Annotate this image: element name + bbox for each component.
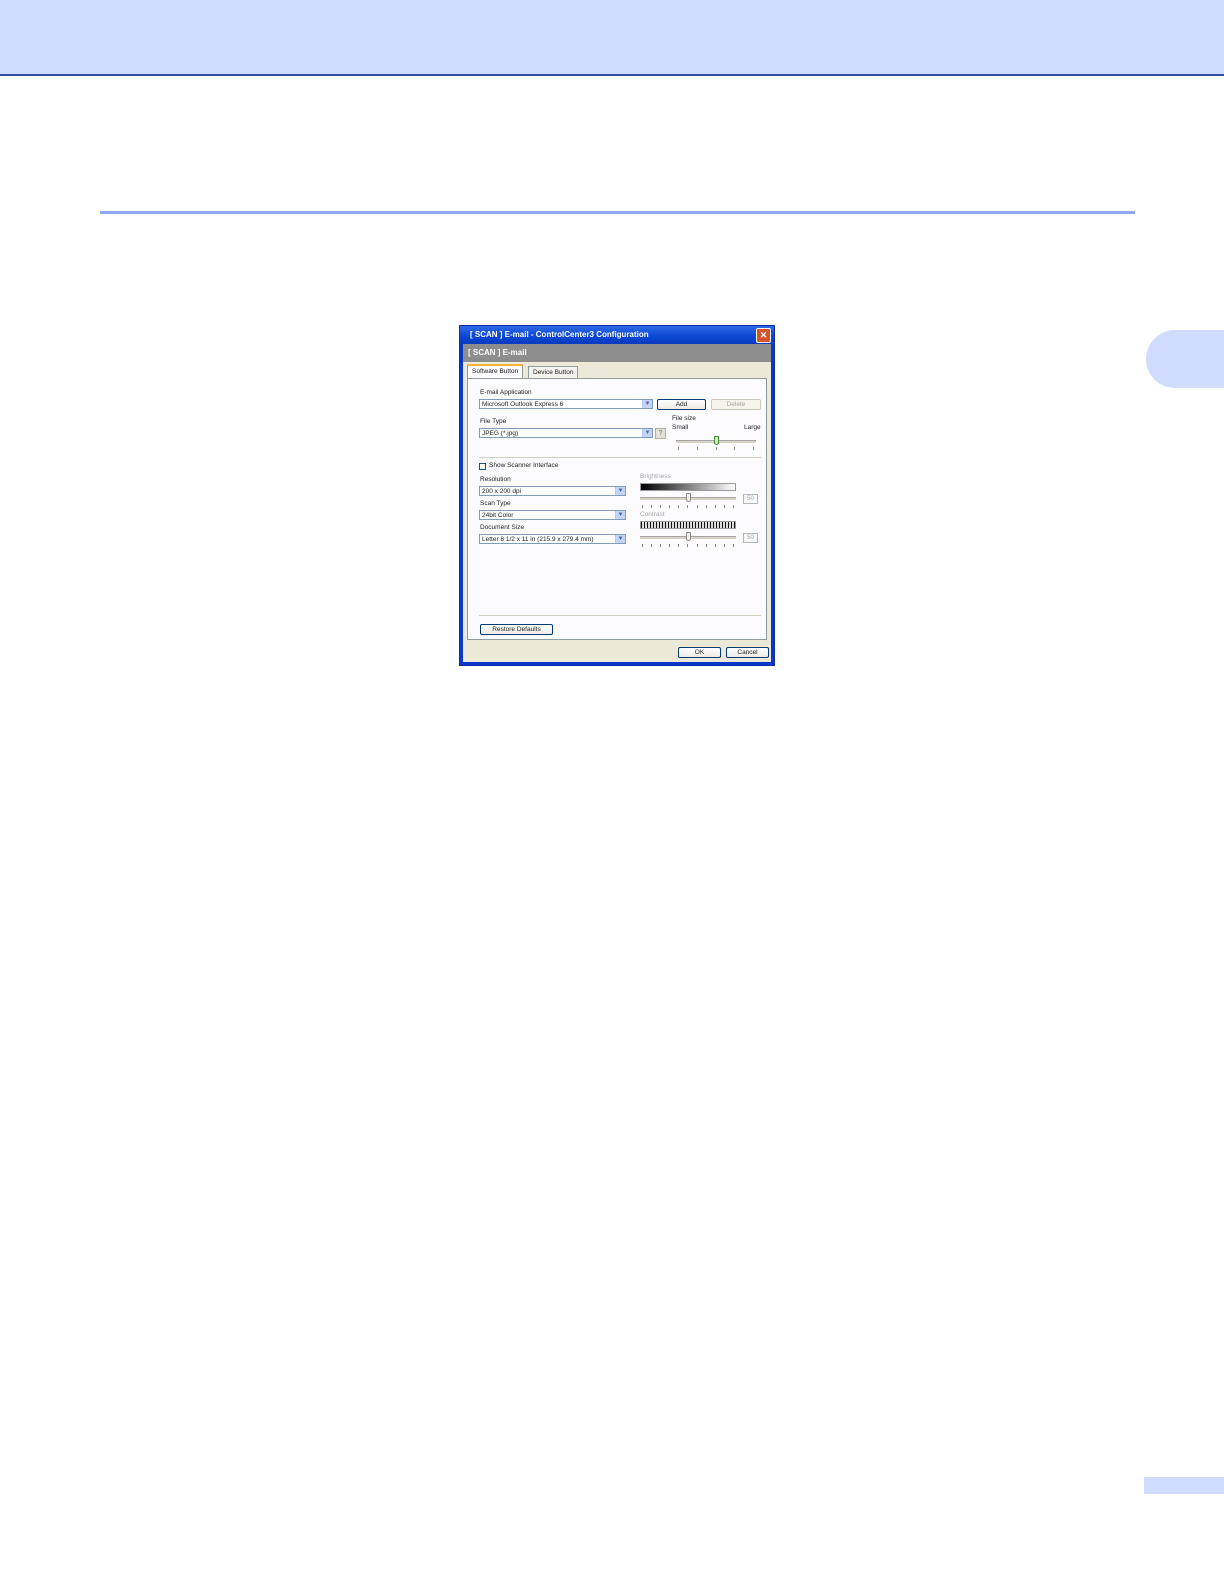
file-size-label: File size [672,415,696,422]
document-size-label: Document Size [480,524,525,531]
show-scanner-interface-label: Show Scanner Interface [489,462,559,469]
page-header-band [0,0,1224,76]
brightness-value-box[interactable]: 50 [743,494,758,504]
scan-type-value: 24bit Color [482,512,514,519]
chevron-down-icon: ▼ [615,535,625,543]
options-divider [479,457,761,458]
scan-type-select[interactable]: 24bit Color ▼ [479,510,626,520]
contrast-slider-thumb[interactable] [685,532,691,541]
file-size-large-label: Large [744,424,761,431]
delete-button[interactable]: Delete [711,399,761,410]
dialog-body: [ SCAN ] E-mail Software Button Device B… [463,344,771,662]
file-type-label: File Type [480,418,507,425]
chevron-down-icon: ▼ [642,400,652,408]
dialog-header: [ SCAN ] E-mail [463,344,771,362]
email-application-select[interactable]: Microsoft Outlook Express 6 ▼ [479,399,653,409]
brightness-ticks [642,505,734,508]
file-type-select[interactable]: JPEG (*.jpg) ▼ [479,428,653,438]
dialog-title: [ SCAN ] E-mail - ControlCenter3 Configu… [470,330,649,339]
brightness-gradient [640,483,736,491]
email-application-label: E-mail Application [480,389,532,396]
ok-button[interactable]: OK [678,647,721,658]
brightness-slider-thumb[interactable] [685,493,691,502]
resolution-label: Resolution [480,476,511,483]
contrast-gradient [640,521,736,529]
contrast-label: Contrast [640,511,665,518]
file-type-settings-icon[interactable]: ? [655,428,666,439]
add-button[interactable]: Add [657,399,706,410]
brightness-label: Brightness [640,473,671,480]
email-application-value: Microsoft Outlook Express 6 [482,401,564,408]
file-size-slider-thumb[interactable] [713,436,719,445]
show-scanner-interface-checkbox[interactable] [479,463,486,470]
chevron-down-icon: ▼ [615,487,625,495]
page-number-tab [1144,1477,1224,1494]
section-divider [100,211,1135,214]
cancel-button[interactable]: Cancel [726,647,769,658]
footer-divider [479,615,761,616]
resolution-value: 200 x 200 dpi [482,488,522,495]
chevron-down-icon: ▼ [642,429,652,437]
chapter-tab [1146,330,1224,388]
chevron-down-icon: ▼ [615,511,625,519]
file-size-ticks [678,447,754,450]
document-size-select[interactable]: Letter 8 1/2 x 11 in (215.9 x 279.4 mm) … [479,534,626,544]
tab-device-button[interactable]: Device Button [528,366,579,378]
file-type-value: JPEG (*.jpg) [482,430,519,437]
dialog-titlebar[interactable]: [ SCAN ] E-mail - ControlCenter3 Configu… [460,326,774,344]
contrast-value-box[interactable]: 50 [743,533,758,543]
document-size-value: Letter 8 1/2 x 11 in (215.9 x 279.4 mm) [482,536,594,543]
contrast-ticks [642,544,734,547]
file-size-small-label: Small [672,424,689,431]
close-icon[interactable]: ✕ [756,328,771,343]
restore-defaults-button[interactable]: Restore Defaults [480,624,553,635]
scan-type-label: Scan Type [480,500,511,507]
configuration-dialog: [ SCAN ] E-mail - ControlCenter3 Configu… [459,325,775,666]
resolution-select[interactable]: 200 x 200 dpi ▼ [479,486,626,496]
tab-panel: E-mail Application Microsoft Outlook Exp… [467,378,767,640]
